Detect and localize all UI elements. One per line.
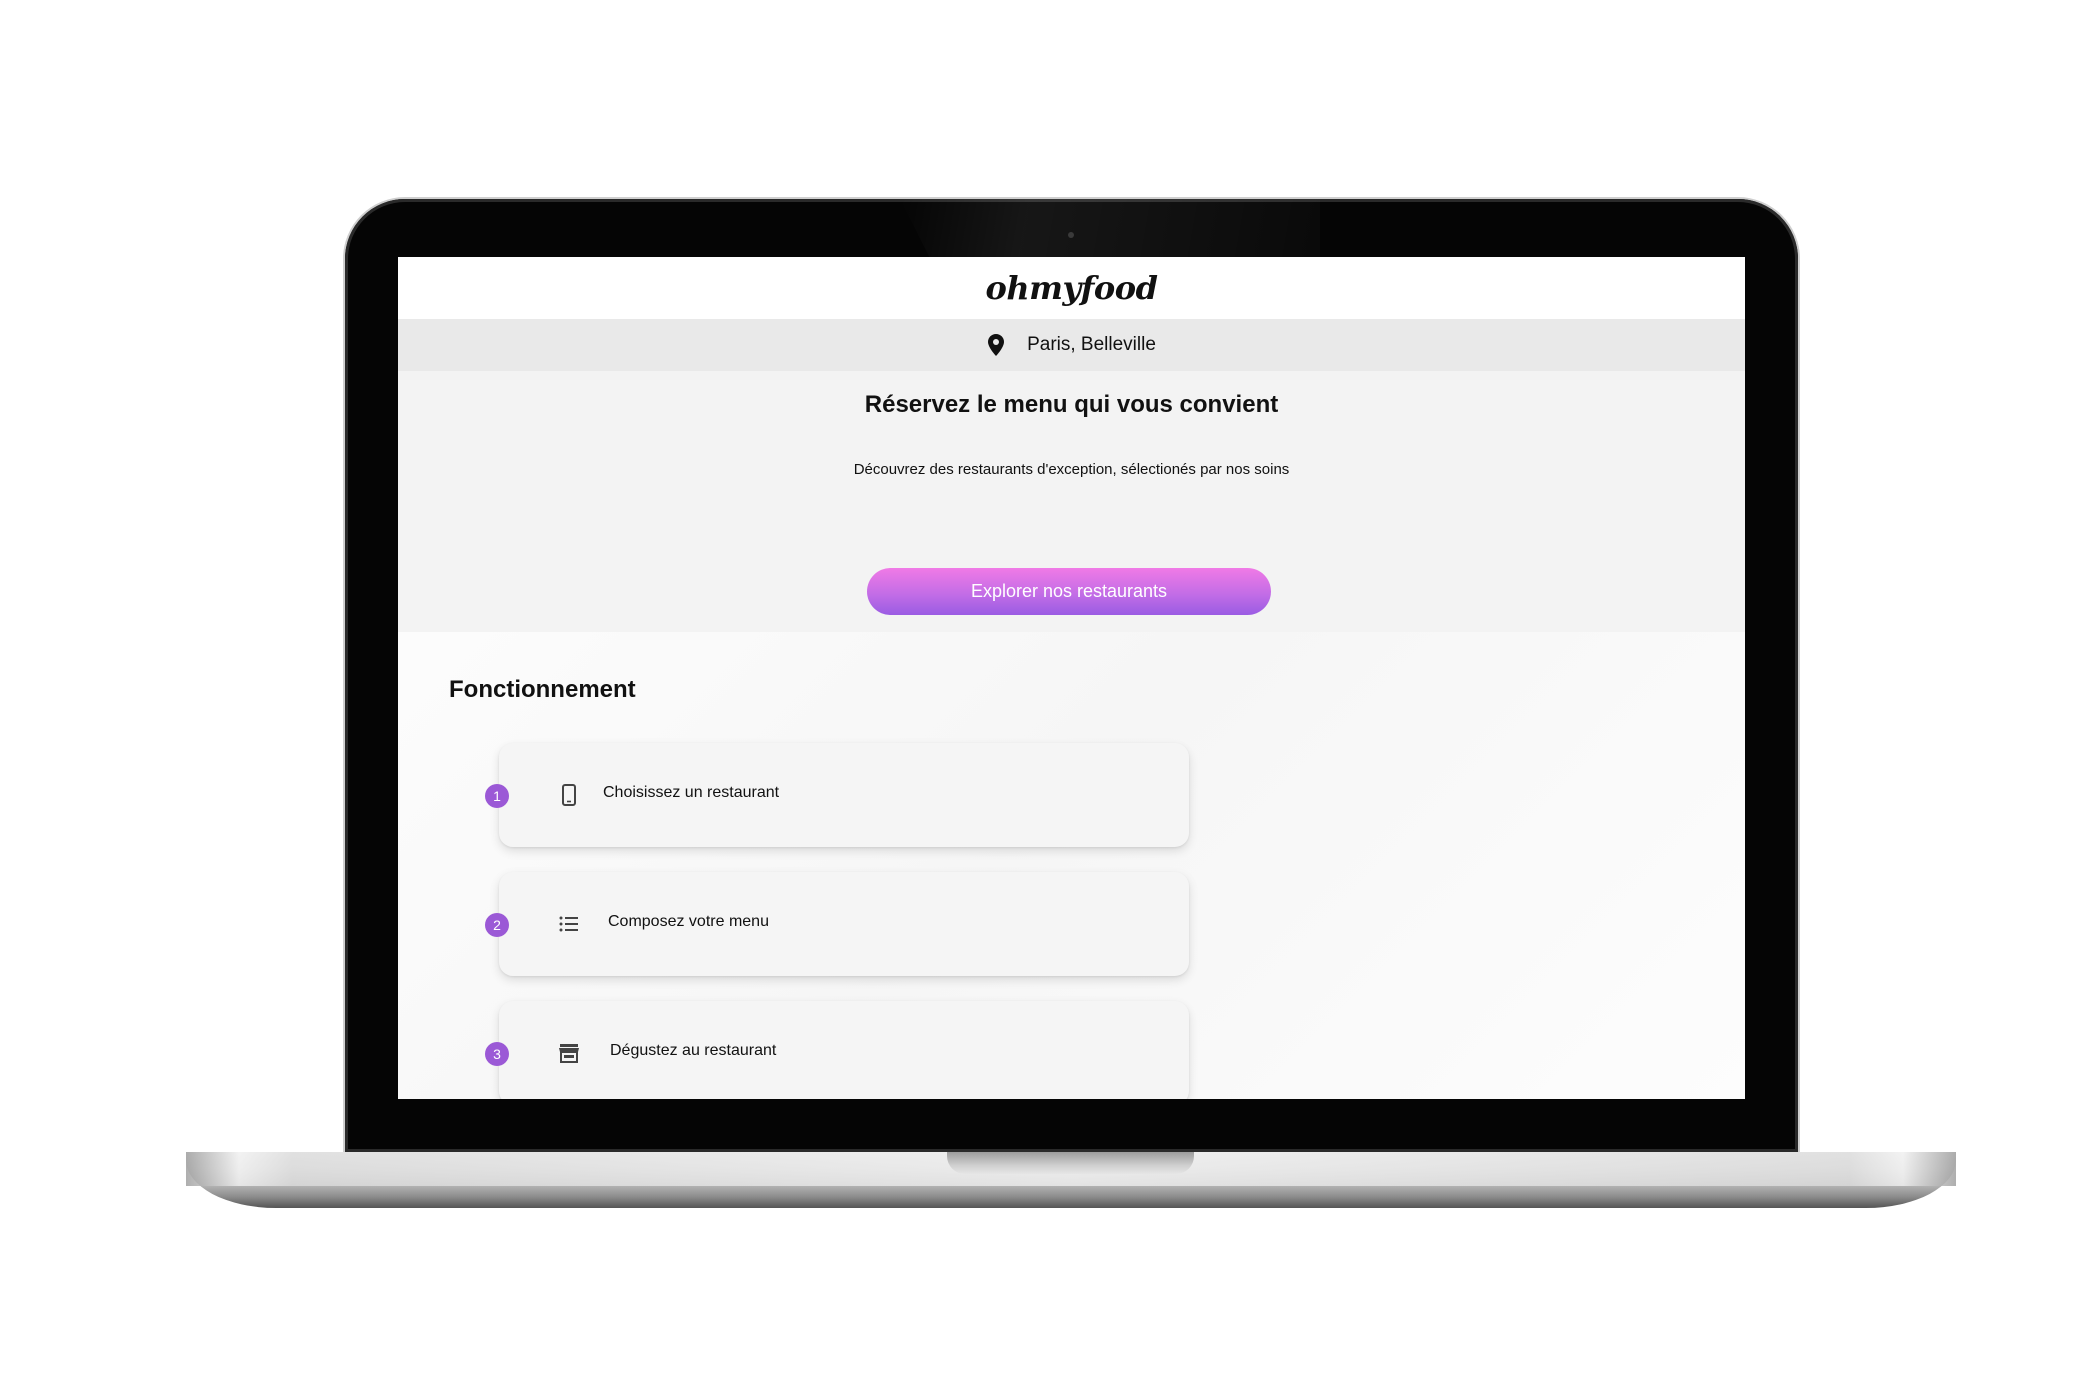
step-card-2: 2 Composez votre menu (485, 872, 1189, 976)
step-label: Composez votre menu (608, 913, 769, 930)
step-number-badge: 3 (485, 1042, 509, 1066)
location-text: Paris, Belleville (1027, 334, 1156, 355)
step-card-1: 1 Choisissez un restaurant (485, 743, 1189, 847)
webcam (1068, 232, 1074, 238)
step-label: Dégustez au restaurant (610, 1042, 777, 1059)
bezel-sheen (900, 199, 1320, 257)
laptop-hinge-notch (947, 1152, 1194, 1174)
step-number-badge: 1 (485, 784, 509, 808)
hero-title: Réservez le menu qui vous convient (864, 391, 1279, 418)
smartphone-icon (562, 784, 576, 806)
hero-subtitle: Découvrez des restaurants d'exception, s… (853, 461, 1290, 478)
storefront-icon (559, 1044, 579, 1063)
list-icon (559, 916, 578, 932)
laptop-screen: ohmyfood Paris, Belleville Réservez le m… (398, 257, 1745, 1099)
how-it-works-title: Fonctionnement (449, 676, 636, 703)
explore-restaurants-button[interactable]: Explorer nos restaurants (867, 568, 1271, 615)
hero-section: Réservez le menu qui vous convient Décou… (398, 371, 1745, 632)
step-card-3: 3 Dégustez au restaurant (485, 1001, 1189, 1099)
site-header: ohmyfood (398, 257, 1745, 319)
location-bar[interactable]: Paris, Belleville (398, 319, 1745, 371)
step-label: Choisissez un restaurant (603, 784, 780, 801)
map-pin-icon (988, 334, 1005, 356)
site-logo[interactable]: ohmyfood (986, 269, 1158, 307)
step-number-badge: 2 (485, 913, 509, 937)
